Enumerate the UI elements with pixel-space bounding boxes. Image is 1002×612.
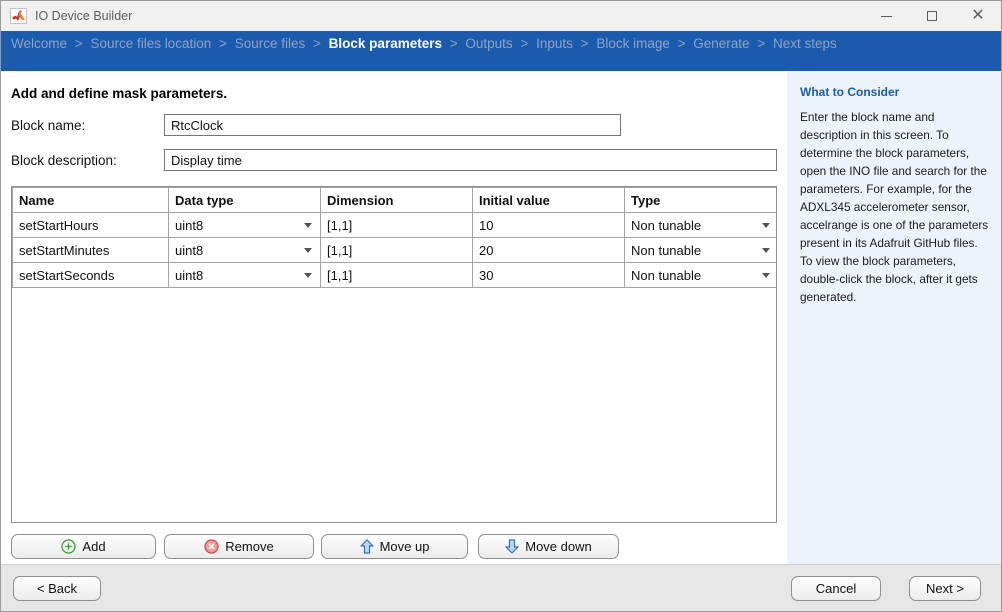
column-header-type: Type [625,188,778,213]
breadcrumb: Welcome > Source files location > Source… [1,31,1001,71]
type-dropdown[interactable]: Non tunable [625,213,778,238]
table-actions: Add Remove Move up Move down [11,534,777,559]
block-description-input[interactable] [164,149,777,171]
breadcrumb-separator: > [75,36,83,51]
chevron-down-icon [762,248,770,253]
footer-bar: < Back Cancel Next > [1,564,1001,611]
breadcrumb-item-next-steps[interactable]: Next steps [773,36,837,51]
maximize-button[interactable] [909,1,955,31]
matlab-logo-icon [10,8,27,24]
breadcrumb-item-outputs[interactable]: Outputs [465,36,512,51]
column-header-dimension: Dimension [321,188,473,213]
block-description-row: Block description: [11,149,777,171]
breadcrumb-item-inputs[interactable]: Inputs [536,36,573,51]
breadcrumb-item-welcome[interactable]: Welcome [11,36,67,51]
table-header-row: Name Data type Dimension Initial value T… [13,188,778,213]
chevron-down-icon [762,223,770,228]
io-device-builder-window: IO Device Builder ✕ Welcome > Source fil… [0,0,1002,612]
dimension-cell[interactable]: [1,1] [321,263,473,288]
maximize-icon [927,11,937,21]
param-name-cell[interactable]: setStartHours [13,213,169,238]
next-button[interactable]: Next > [909,576,981,601]
column-header-initial-value: Initial value [473,188,625,213]
breadcrumb-separator: > [581,36,589,51]
breadcrumb-separator: > [219,36,227,51]
breadcrumb-item-block-image[interactable]: Block image [596,36,670,51]
initial-value-cell[interactable]: 20 [473,238,625,263]
table-row: setStartSeconds uint8 [1,1] 30 Non tunab… [13,263,778,288]
column-header-data-type: Data type [169,188,321,213]
type-dropdown[interactable]: Non tunable [625,238,778,263]
remove-icon [204,539,219,554]
block-name-label: Block name: [11,118,164,133]
data-type-dropdown[interactable]: uint8 [169,213,321,238]
breadcrumb-separator: > [450,36,458,51]
initial-value-cell[interactable]: 30 [473,263,625,288]
param-name-cell[interactable]: setStartMinutes [13,238,169,263]
breadcrumb-item-source-files-location[interactable]: Source files location [90,36,211,51]
sidebar-help-text: Enter the block name and description in … [800,108,989,307]
table-row: setStartHours uint8 [1,1] 10 Non tunable [13,213,778,238]
chevron-down-icon [304,273,312,278]
dimension-cell[interactable]: [1,1] [321,213,473,238]
window-title: IO Device Builder [35,9,863,23]
title-bar: IO Device Builder ✕ [1,1,1001,31]
close-button[interactable]: ✕ [955,1,1001,31]
chevron-down-icon [762,273,770,278]
window-controls: ✕ [863,1,1001,31]
move-down-button[interactable]: Move down [478,534,619,559]
column-header-name: Name [13,188,169,213]
arrow-up-icon [360,539,374,554]
back-button[interactable]: < Back [13,576,101,601]
breadcrumb-item-generate[interactable]: Generate [693,36,749,51]
breadcrumb-item-block-parameters[interactable]: Block parameters [329,36,442,51]
breadcrumb-separator: > [757,36,765,51]
content-area: Add and define mask parameters. Block na… [1,71,1001,564]
data-type-dropdown[interactable]: uint8 [169,238,321,263]
remove-button[interactable]: Remove [164,534,314,559]
breadcrumb-item-source-files[interactable]: Source files [235,36,306,51]
table-row: setStartMinutes uint8 [1,1] 20 Non tunab… [13,238,778,263]
parameters-table: Name Data type Dimension Initial value T… [11,186,777,523]
minimize-button[interactable] [863,1,909,31]
data-type-dropdown[interactable]: uint8 [169,263,321,288]
main-panel: Add and define mask parameters. Block na… [1,71,787,564]
param-name-cell[interactable]: setStartSeconds [13,263,169,288]
add-button[interactable]: Add [11,534,156,559]
type-dropdown[interactable]: Non tunable [625,263,778,288]
block-name-row: Block name: [11,114,777,136]
block-description-label: Block description: [11,153,164,168]
page-title: Add and define mask parameters. [11,86,777,101]
breadcrumb-separator: > [678,36,686,51]
chevron-down-icon [304,223,312,228]
what-to-consider-panel: What to Consider Enter the block name an… [787,71,1001,564]
chevron-down-icon [304,248,312,253]
breadcrumb-separator: > [520,36,528,51]
close-icon: ✕ [971,8,984,24]
add-icon [61,539,76,554]
dimension-cell[interactable]: [1,1] [321,238,473,263]
sidebar-heading: What to Consider [800,85,989,99]
move-up-button[interactable]: Move up [321,534,468,559]
minimize-icon [881,16,892,17]
initial-value-cell[interactable]: 10 [473,213,625,238]
block-name-input[interactable] [164,114,621,136]
cancel-button[interactable]: Cancel [791,576,881,601]
breadcrumb-separator: > [313,36,321,51]
arrow-down-icon [505,539,519,554]
